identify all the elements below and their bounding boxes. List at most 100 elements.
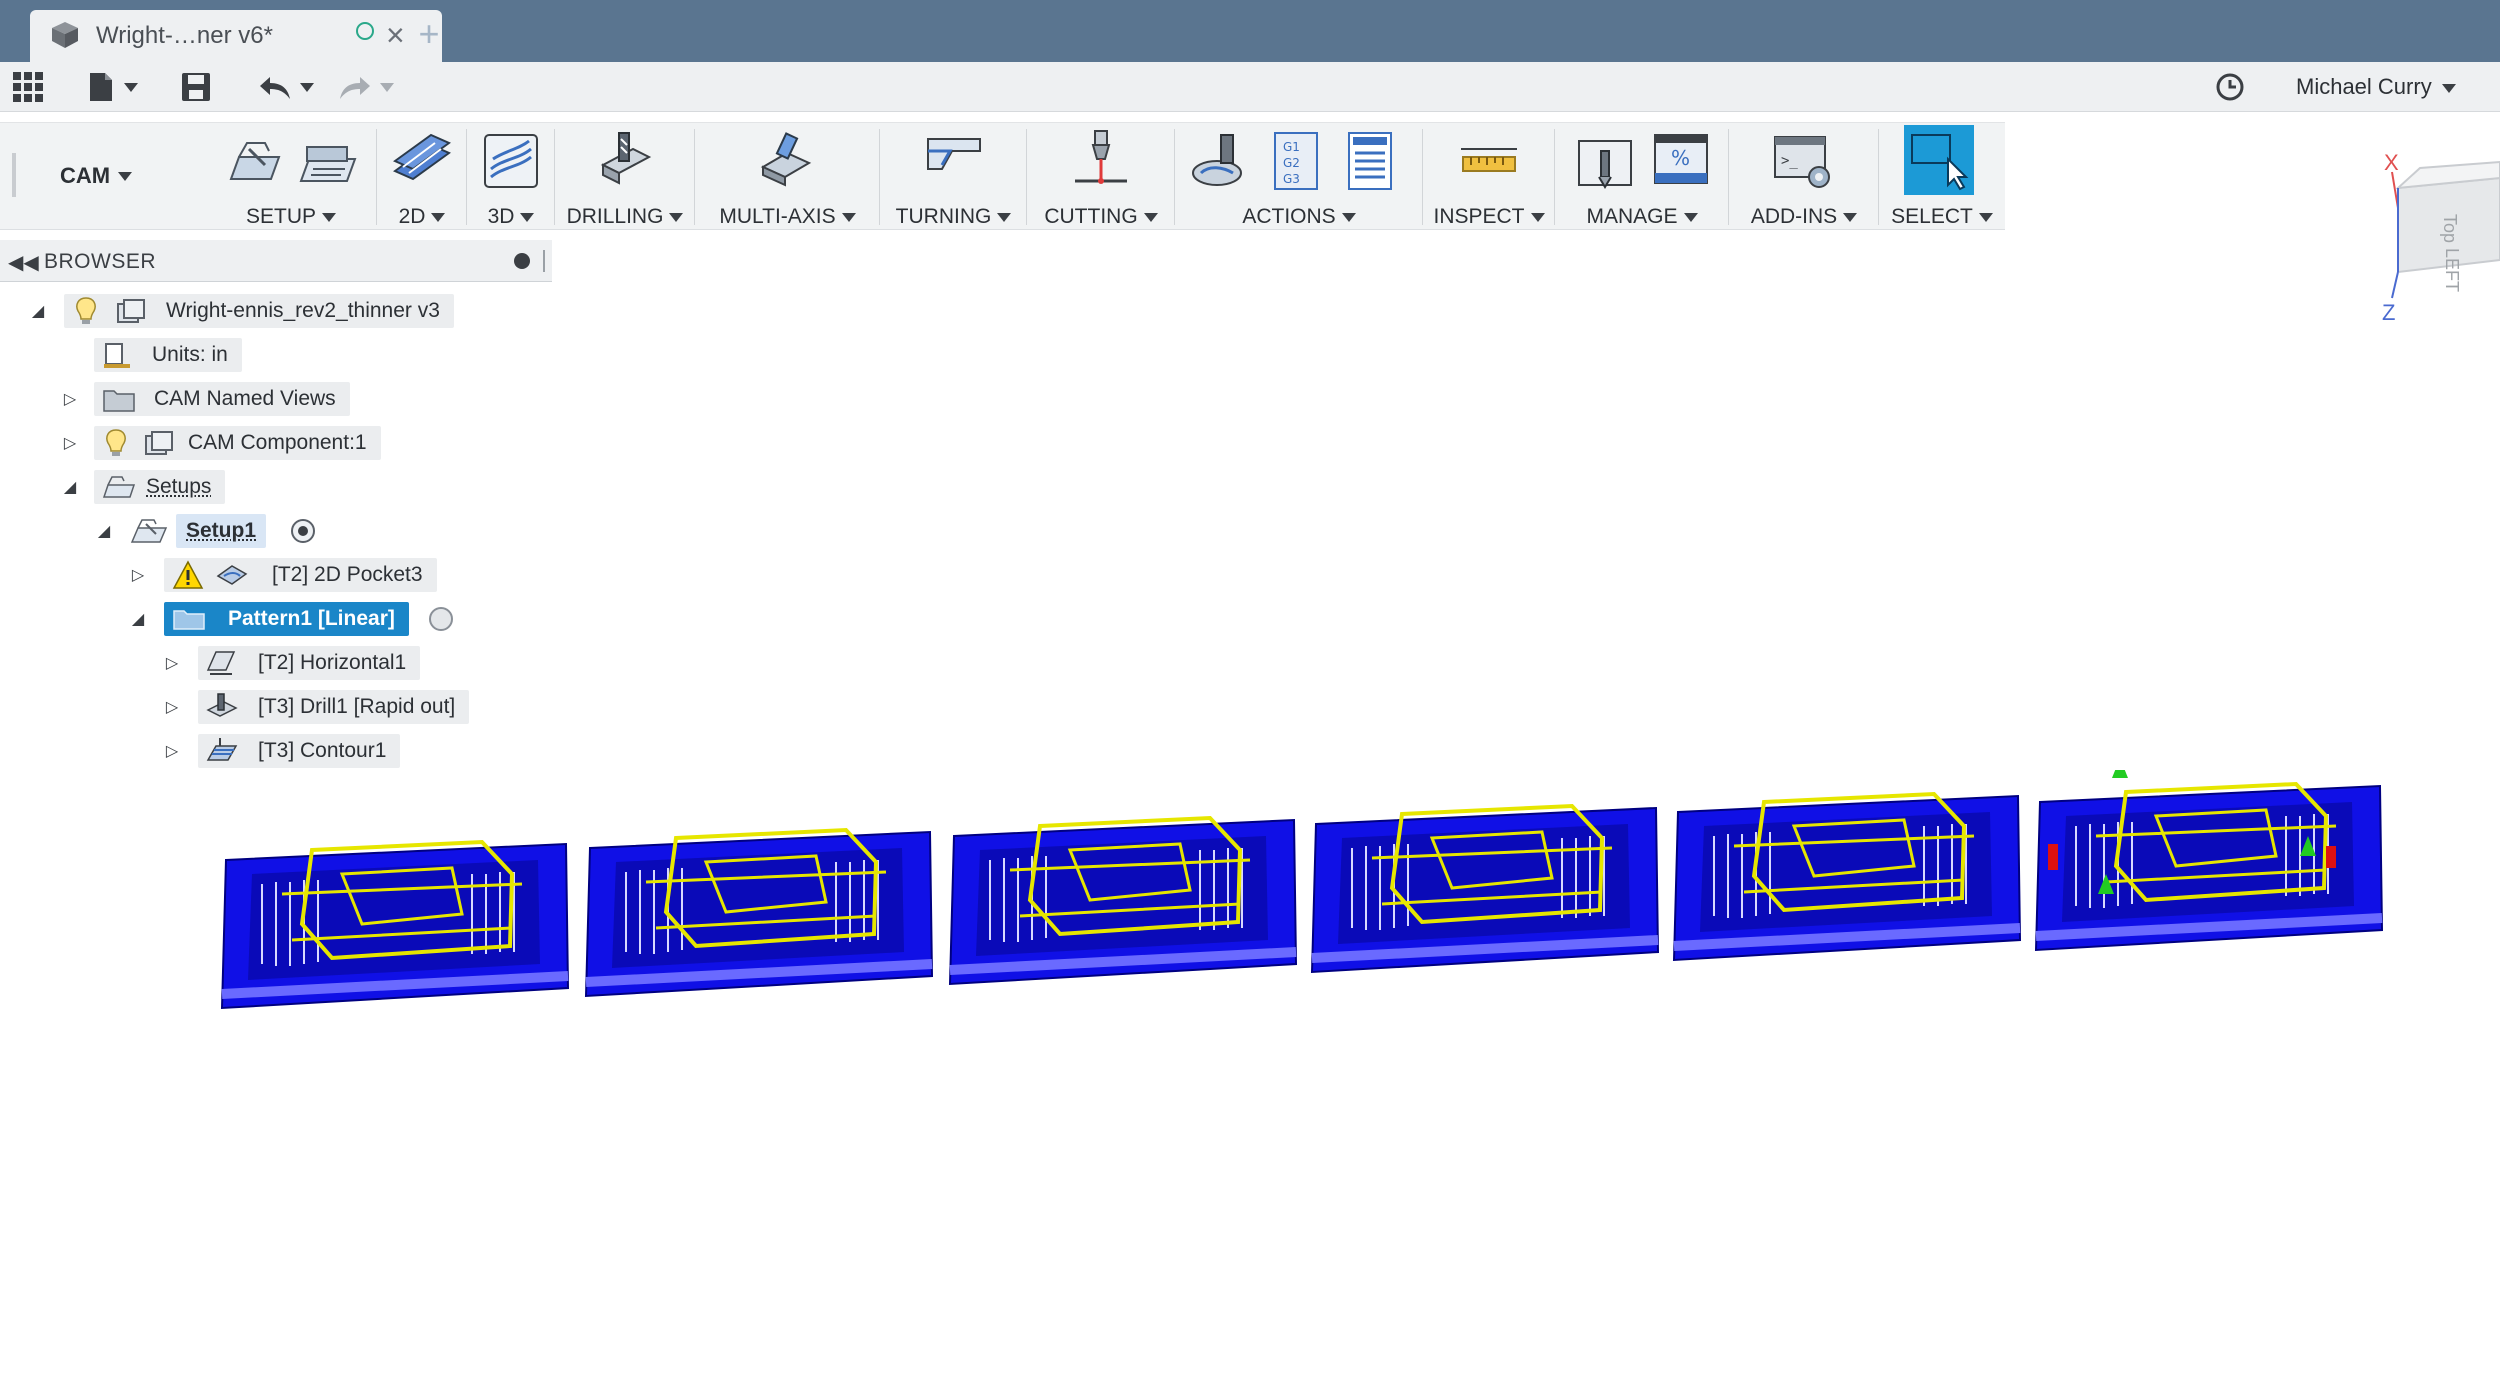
- pattern-instance-2[interactable]: [584, 827, 934, 998]
- workspace-switcher[interactable]: CAM: [60, 163, 133, 189]
- chevron-down-icon: [1683, 212, 1698, 222]
- job-status-button[interactable]: [2214, 70, 2246, 104]
- ribbon-group-label-select[interactable]: SELECT: [1879, 205, 2005, 229]
- lightbulb-icon[interactable]: [72, 296, 100, 326]
- scripts-addins-icon[interactable]: >_: [1771, 129, 1835, 198]
- chevron-down-icon: [380, 82, 394, 92]
- minimize-browser-icon[interactable]: [514, 253, 530, 269]
- 3d-milling-icon[interactable]: [479, 129, 543, 198]
- turning-icon[interactable]: [922, 129, 986, 198]
- tool-library-icon[interactable]: [1575, 129, 1639, 198]
- post-process-icon[interactable]: G1 G2 G3: [1271, 129, 1321, 198]
- ribbon-group-label-turning[interactable]: TURNING: [880, 205, 1027, 229]
- chevron-down-icon: [1530, 212, 1545, 222]
- chevron-down-icon: [431, 212, 446, 222]
- cutting-icon[interactable]: [1069, 129, 1133, 198]
- job-status-clock-icon: [2216, 73, 2244, 101]
- ribbon-grip[interactable]: [12, 153, 16, 197]
- file-menu-button[interactable]: [88, 70, 138, 104]
- chevron-down-icon: [520, 212, 535, 222]
- ribbon-group-label-setup[interactable]: SETUP: [205, 205, 377, 229]
- document-tab[interactable]: Wright-…ner v6* ×: [30, 10, 442, 62]
- ribbon-group-setup: SETUP: [205, 123, 377, 231]
- workspace-label: CAM: [60, 163, 111, 188]
- expanded-triangle-icon[interactable]: ◢: [94, 521, 114, 541]
- horizontal-op-icon: [206, 651, 236, 675]
- select-icon[interactable]: [1904, 125, 1974, 195]
- ribbon-group-2d: 2D: [377, 123, 467, 231]
- graphics-viewport[interactable]: [200, 770, 2400, 1070]
- multi-axis-icon[interactable]: [755, 129, 819, 198]
- collapsed-triangle-icon[interactable]: ▷: [60, 433, 80, 453]
- browser-panel-header: ◀◀ BROWSER: [0, 240, 552, 282]
- lightbulb-icon[interactable]: [102, 428, 130, 458]
- pattern-folder-icon: [173, 610, 205, 630]
- pattern-instance-5[interactable]: [1672, 791, 2022, 962]
- gcode-g3: G3: [1283, 172, 1300, 186]
- viewcube[interactable]: X Top LEFT Z: [2380, 148, 2500, 328]
- 2d-milling-icon[interactable]: [391, 129, 455, 198]
- chevron-down-icon: [1843, 212, 1858, 222]
- ribbon-group-label-add-ins[interactable]: ADD-INS: [1729, 205, 1879, 229]
- drill-icon[interactable]: [593, 129, 657, 198]
- ribbon-group-label-cutting[interactable]: CUTTING: [1027, 205, 1175, 229]
- pattern-instance-4[interactable]: [1310, 803, 1660, 974]
- ribbon-group-multi-axis: MULTI-AXIS: [695, 123, 880, 231]
- pattern-instance-3[interactable]: [948, 815, 1298, 986]
- collapsed-triangle-icon[interactable]: ▷: [162, 653, 182, 673]
- new-tab-button[interactable]: +: [408, 14, 450, 56]
- collapsed-triangle-icon[interactable]: ▷: [162, 741, 182, 761]
- setups-folder-icon: [102, 476, 136, 498]
- ribbon-group-3d: 3D: [467, 123, 555, 231]
- axis-x-label: X: [2384, 150, 2399, 175]
- ribbon-group-label-3d[interactable]: 3D: [467, 205, 555, 229]
- ribbon-group-label-2d[interactable]: 2D: [377, 205, 467, 229]
- active-radio-icon[interactable]: [288, 516, 318, 546]
- ribbon-group-label-drilling[interactable]: DRILLING: [555, 205, 695, 229]
- setup-sheet-icon[interactable]: [1345, 129, 1395, 198]
- fusion-cam-window: Wright-…ner v6* × + Michael Curry CAM SE…: [0, 0, 2500, 1394]
- collapsed-triangle-icon[interactable]: ▷: [128, 565, 148, 585]
- ribbon-group-label-inspect[interactable]: INSPECT: [1423, 205, 1555, 229]
- ribbon-group-label-actions[interactable]: ACTIONS: [1175, 205, 1423, 229]
- expanded-triangle-icon[interactable]: ◢: [28, 301, 48, 321]
- chevron-down-icon: [1341, 212, 1356, 222]
- simulate-icon[interactable]: [1187, 129, 1251, 198]
- collapsed-triangle-icon[interactable]: ▷: [162, 697, 182, 717]
- close-icon[interactable]: ×: [386, 19, 405, 51]
- chevron-down-icon: [124, 82, 138, 92]
- collapse-panel-icon[interactable]: ◀◀: [8, 250, 39, 275]
- ribbon-group-label-multi-axis[interactable]: MULTI-AXIS: [695, 205, 880, 229]
- new-setup-icon[interactable]: [225, 129, 289, 198]
- redo-button[interactable]: [338, 70, 394, 104]
- app-grid-icon[interactable]: [12, 70, 44, 104]
- document-tab-title: Wright-…ner v6*: [96, 22, 273, 49]
- pattern-instance-6[interactable]: [2034, 770, 2384, 952]
- green-arrow-marker: [2112, 770, 2128, 778]
- chevron-down-icon: [1978, 212, 1993, 222]
- viewcube-left-face[interactable]: LEFT: [2442, 248, 2462, 292]
- ribbon-group-label-manage[interactable]: MANAGE: [1555, 205, 1729, 229]
- collapsed-triangle-icon[interactable]: ▷: [60, 389, 80, 409]
- gcode-g2: G2: [1283, 156, 1300, 170]
- save-button[interactable]: [180, 70, 212, 104]
- contour-op-icon: [206, 738, 238, 761]
- inactive-radio-icon[interactable]: [426, 604, 456, 634]
- chevron-down-icon: [300, 82, 314, 92]
- user-menu-chevron-down-icon[interactable]: [2442, 84, 2456, 93]
- chevron-down-icon: [997, 212, 1012, 222]
- measure-icon[interactable]: [1457, 129, 1521, 198]
- undo-button[interactable]: [258, 70, 314, 104]
- pattern-instance-1[interactable]: [220, 839, 570, 1010]
- open-setup-icon[interactable]: [297, 129, 361, 198]
- red-arrow-marker: [2326, 846, 2336, 868]
- ribbon-group-manage: % MANAGE: [1555, 123, 1729, 231]
- viewcube-top-face[interactable]: Top: [2440, 214, 2460, 243]
- cube-icon: [50, 20, 80, 55]
- chevron-down-icon: [322, 212, 336, 222]
- user-name[interactable]: Michael Curry: [2296, 74, 2432, 100]
- template-library-icon[interactable]: %: [1651, 129, 1711, 198]
- expanded-triangle-icon[interactable]: ◢: [60, 477, 80, 497]
- expanded-triangle-icon[interactable]: ◢: [128, 609, 148, 629]
- panel-resize-handle[interactable]: [543, 250, 545, 272]
